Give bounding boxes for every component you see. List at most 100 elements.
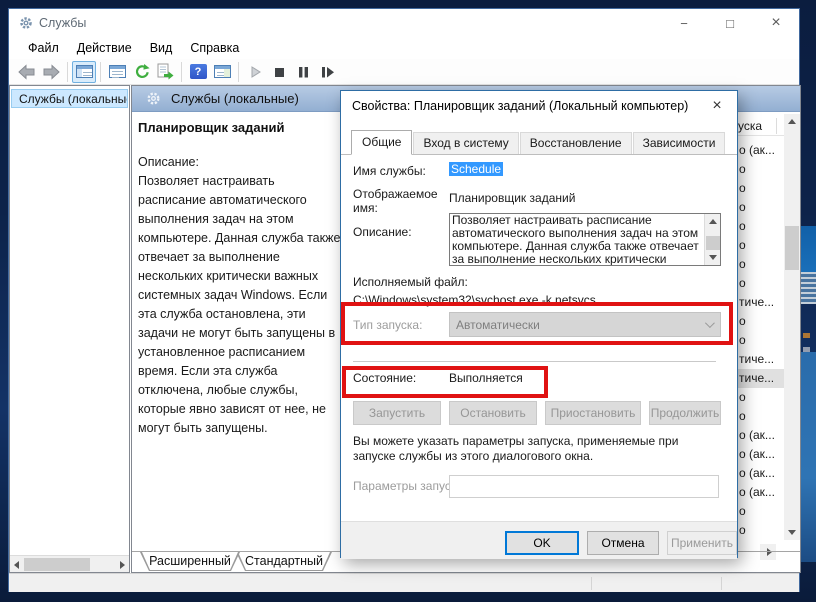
forward-button[interactable] xyxy=(39,61,63,83)
service-list-row-fragment[interactable]: о xyxy=(738,521,784,540)
service-list-row-fragment[interactable]: о (ак... xyxy=(738,426,784,445)
scroll-right-icon[interactable] xyxy=(120,561,125,569)
service-list-row-fragment[interactable]: о xyxy=(738,407,784,426)
help-button[interactable]: ? xyxy=(186,61,210,83)
export-list-button[interactable] xyxy=(153,61,177,83)
desktop-detail xyxy=(799,352,816,562)
toolbar-separator xyxy=(181,61,182,82)
service-list-row-fragment[interactable]: о xyxy=(738,388,784,407)
restart-service-toolbar-button[interactable] xyxy=(315,61,339,83)
service-list-row-fragment[interactable]: о xyxy=(738,331,784,350)
startup-type-value: Автоматически xyxy=(456,317,540,332)
stop-service-toolbar-button[interactable] xyxy=(267,61,291,83)
scroll-up-icon[interactable] xyxy=(788,119,796,124)
back-button[interactable] xyxy=(15,61,39,83)
scrollbar-thumb[interactable] xyxy=(785,226,799,270)
tree-horizontal-scrollbar[interactable] xyxy=(10,555,129,572)
scroll-down-icon[interactable] xyxy=(788,530,796,535)
maximize-button[interactable]: □ xyxy=(707,9,753,37)
refresh-button[interactable] xyxy=(129,61,153,83)
menu-file[interactable]: Файл xyxy=(19,39,68,57)
dialog-close-icon[interactable]: × xyxy=(707,96,727,116)
service-list-row-fragment[interactable]: тиче... xyxy=(738,350,784,369)
service-list-row-fragment[interactable]: о (ак... xyxy=(738,141,784,160)
service-list-row-fragment[interactable]: о xyxy=(738,160,784,179)
tree-item-label: Службы (локальные) xyxy=(19,91,128,106)
tab-dependencies[interactable]: Зависимости xyxy=(632,132,726,154)
tab-recovery[interactable]: Восстановление xyxy=(519,132,632,154)
service-list-row-fragment[interactable]: о (ак... xyxy=(738,464,784,483)
close-button[interactable]: × xyxy=(753,9,799,37)
list-column-header-startup-type[interactable]: уска xyxy=(738,116,784,136)
toolbar-separator xyxy=(238,61,239,82)
menu-action[interactable]: Действие xyxy=(68,39,141,57)
service-list-row-fragment[interactable]: о xyxy=(738,217,784,236)
cancel-button[interactable]: Отмена xyxy=(587,531,659,555)
service-control-buttons: Запустить Остановить Приостановить Продо… xyxy=(353,401,721,425)
scrollbar-thumb[interactable] xyxy=(706,236,720,250)
ok-button[interactable]: OK xyxy=(505,531,579,555)
service-list-row-fragment[interactable]: о xyxy=(738,312,784,331)
tab-logon[interactable]: Вход в систему xyxy=(413,132,519,154)
stop-button[interactable]: Остановить xyxy=(449,401,537,425)
service-list-row-fragment[interactable]: тиче... xyxy=(738,369,784,388)
service-name-label: Имя службы: xyxy=(353,164,426,178)
startup-type-dropdown[interactable]: Автоматически xyxy=(449,312,721,337)
tab-general[interactable]: Общие xyxy=(351,130,413,155)
tab-extended[interactable]: Расширенный xyxy=(140,552,240,571)
startup-parameters-input[interactable] xyxy=(449,475,719,498)
dialog-button-bar: OK Отмена Применить xyxy=(341,521,737,559)
console-tree-pane: Службы (локальные) xyxy=(9,85,130,573)
pane-caption-label: Службы (локальные) xyxy=(171,91,299,106)
service-list-row-fragment[interactable]: о xyxy=(738,198,784,217)
startup-parameters-note: Вы можете указать параметры запуска, при… xyxy=(353,434,679,463)
service-list-row-fragment[interactable]: о xyxy=(738,274,784,293)
service-list-row-fragment[interactable]: о xyxy=(738,236,784,255)
continue-button[interactable]: Продолжить xyxy=(649,401,721,425)
executable-label: Исполняемый файл: xyxy=(353,275,468,289)
apply-button[interactable]: Применить xyxy=(667,531,737,555)
desktop-detail xyxy=(803,333,810,338)
selected-service-title: Планировщик заданий xyxy=(138,120,285,135)
scroll-left-icon[interactable] xyxy=(14,561,19,569)
tab-standard[interactable]: Стандартный xyxy=(236,552,332,571)
menu-view[interactable]: Вид xyxy=(141,39,182,57)
pause-button[interactable]: Приостановить xyxy=(545,401,641,425)
tree-item-services-local[interactable]: Службы (локальные) xyxy=(11,89,128,108)
menu-help[interactable]: Справка xyxy=(181,39,248,57)
toolbar-separator xyxy=(67,61,68,82)
desktop-detail xyxy=(799,272,816,304)
service-list-row-fragment[interactable]: о xyxy=(738,179,784,198)
description-textbox[interactable]: Позволяет настраивать расписание автомат… xyxy=(449,213,721,266)
show-console-tree-button[interactable] xyxy=(72,60,96,83)
start-button[interactable]: Запустить xyxy=(353,401,441,425)
state-value: Выполняется xyxy=(449,371,523,385)
scroll-down-icon[interactable] xyxy=(709,255,717,260)
column-divider[interactable] xyxy=(776,118,777,134)
executable-path: C:\Windows\system32\svchost.exe -k netsv… xyxy=(353,293,596,307)
service-list-row-fragment[interactable]: о xyxy=(738,502,784,521)
service-list-row-fragment[interactable]: о xyxy=(738,255,784,274)
properties-button[interactable] xyxy=(105,61,129,83)
service-list-row-fragment[interactable]: о (ак... xyxy=(738,445,784,464)
minimize-button[interactable]: − xyxy=(661,9,707,37)
display-name-value: Планировщик заданий xyxy=(449,191,576,205)
window-titlebar[interactable]: Службы − □ × xyxy=(9,9,799,37)
dialog-title: Свойства: Планировщик заданий (Локальный… xyxy=(352,99,689,113)
dialog-tab-strip: Общие Вход в систему Восстановление Зави… xyxy=(351,130,726,155)
list-horizontal-scroll-right[interactable] xyxy=(760,544,776,560)
service-list-row-fragment[interactable]: о (ак... xyxy=(738,483,784,502)
description-scrollbar[interactable] xyxy=(704,214,720,265)
scrollbar-thumb[interactable] xyxy=(24,558,90,571)
scroll-right-icon[interactable] xyxy=(767,548,772,556)
window-title: Службы xyxy=(39,16,87,30)
desktop-background: Службы − □ × Файл Действие Вид Справка ?… xyxy=(0,0,816,602)
desktop-detail xyxy=(799,226,816,272)
list-vertical-scrollbar[interactable] xyxy=(784,114,800,540)
start-service-toolbar-button[interactable] xyxy=(243,61,267,83)
show-action-pane-button[interactable] xyxy=(210,61,234,83)
scroll-up-icon[interactable] xyxy=(709,219,717,224)
pause-service-toolbar-button[interactable] xyxy=(291,61,315,83)
status-divider xyxy=(721,577,722,590)
service-list-row-fragment[interactable]: тиче... xyxy=(738,293,784,312)
